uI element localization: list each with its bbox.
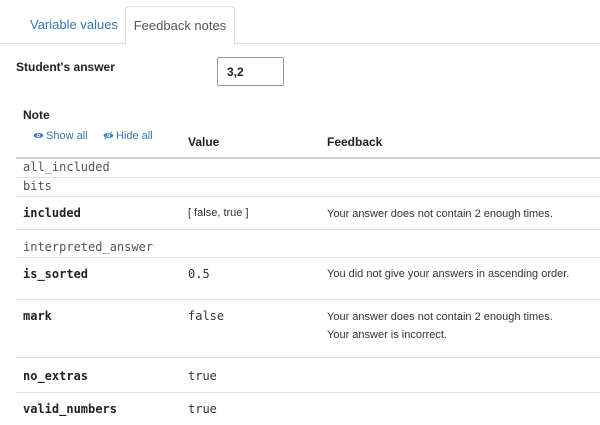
row-divider — [16, 257, 600, 258]
note-value: true — [188, 369, 217, 383]
row-divider — [16, 299, 600, 300]
table-header-divider — [16, 157, 600, 159]
tab-variable-values[interactable]: Variable values — [16, 6, 132, 45]
student-answer-input[interactable] — [217, 57, 284, 86]
show-all-label: Show all — [46, 130, 88, 142]
note-name: included — [23, 206, 81, 220]
hide-all-label: Hide all — [116, 130, 153, 142]
feedback-message: Your answer does not contain 2 enough ti… — [327, 311, 553, 323]
show-all-link[interactable]: Show all — [33, 130, 88, 142]
row-divider — [16, 196, 600, 197]
tab-feedback-notes[interactable]: Feedback notes — [125, 6, 235, 45]
student-answer-label: Student's answer — [16, 60, 115, 74]
note-name: interpreted_answer — [23, 240, 154, 254]
note-value: true — [188, 402, 217, 416]
note-value: [ false, true ] — [188, 207, 249, 219]
note-name: valid_numbers — [23, 402, 117, 416]
row-divider — [16, 177, 600, 178]
feedback-message: Your answer does not contain 2 enough ti… — [327, 208, 553, 220]
note-name: bits — [23, 179, 52, 193]
note-value: 0.5 — [188, 267, 210, 281]
note-column-header: Note — [23, 108, 50, 122]
feedback-column-header: Feedback — [327, 135, 383, 149]
row-divider — [16, 392, 600, 393]
hide-all-link[interactable]: Hide all — [103, 130, 153, 142]
note-name: no_extras — [23, 369, 89, 383]
value-column-header: Value — [188, 135, 220, 149]
note-name: is_sorted — [23, 267, 89, 281]
eye-slash-icon — [103, 131, 114, 140]
note-name: mark — [23, 309, 52, 323]
feedback-message: You did not give your answers in ascendi… — [327, 268, 570, 280]
tab-bar: Variable values Feedback notes — [0, 0, 600, 45]
note-name: all_included — [23, 160, 110, 174]
row-divider — [16, 229, 600, 230]
row-divider — [16, 357, 600, 358]
feedback-message: Your answer is incorrect. — [327, 329, 448, 341]
eye-icon — [33, 132, 44, 139]
note-value: false — [188, 309, 225, 323]
